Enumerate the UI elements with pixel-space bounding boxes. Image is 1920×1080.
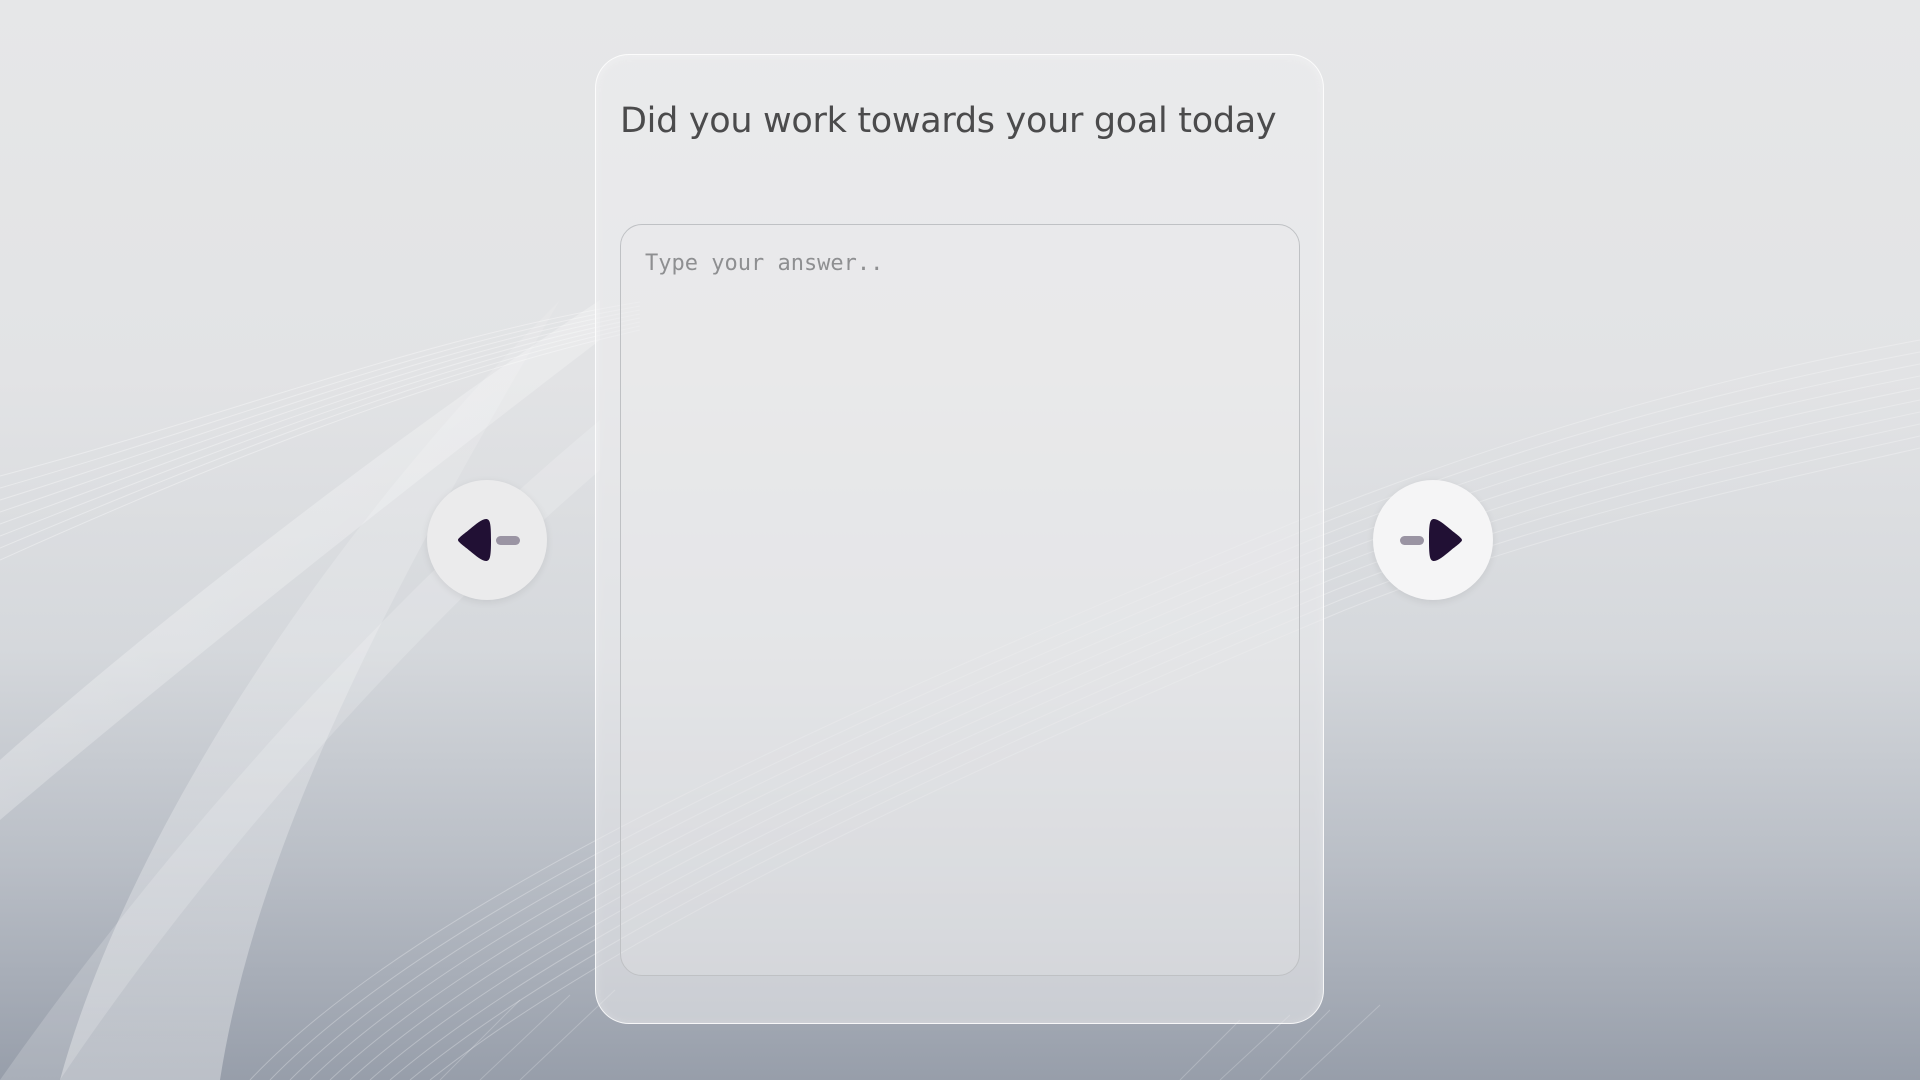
arrow-left-icon	[458, 519, 520, 561]
question-card: Did you work towards your goal today	[595, 54, 1324, 1024]
next-button[interactable]	[1373, 480, 1493, 600]
answer-input[interactable]	[620, 224, 1300, 976]
arrow-right-icon	[1400, 519, 1462, 561]
previous-button[interactable]	[427, 480, 547, 600]
question-title: Did you work towards your goal today	[620, 101, 1277, 141]
